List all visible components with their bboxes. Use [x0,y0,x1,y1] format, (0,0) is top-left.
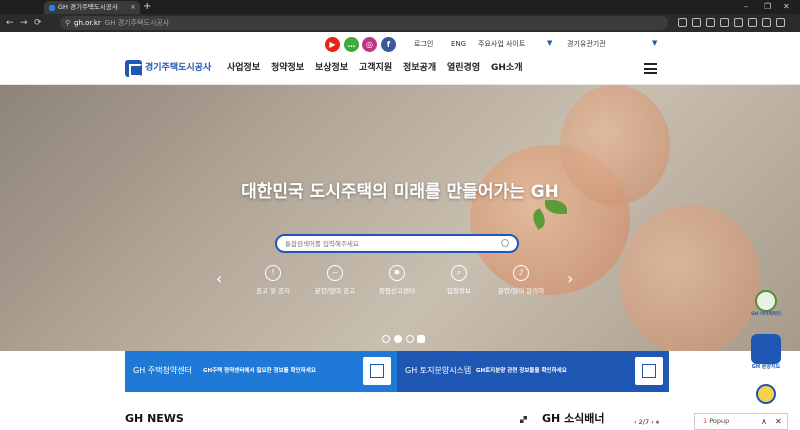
browser-toolbar: ← → ⟳ ⚲ gh.or.kr GH 경기주택도시공사 [0,14,800,32]
extension-icon[interactable] [706,18,715,27]
menu-hamburger-icon[interactable] [644,63,657,74]
window-close-button[interactable]: ✕ [783,0,790,14]
tab-close-icon[interactable]: × [130,1,136,14]
house-icon [363,357,391,385]
site-favicon-icon [49,5,55,11]
quick-link-label: 입찰정보 [447,287,471,295]
youtube-icon[interactable]: ▶ [325,37,340,52]
profile-icon[interactable] [762,18,771,27]
reload-button[interactable]: ⟳ [34,14,42,32]
bell-icon: ♪ [513,265,529,281]
carousel-dot[interactable] [406,335,414,343]
english-link[interactable]: ENG [451,38,466,50]
magnifier-icon: ⌕ [451,265,467,281]
quick-link-sale-rent[interactable]: ~ 분양/임대 공고 [305,265,365,296]
chevron-down-icon[interactable]: ▼ [652,39,657,47]
gnb-about[interactable]: GH소개 [491,61,522,75]
bookmark-star-icon[interactable] [692,18,701,27]
site-page: ▶ … ◎ f 로그인 ENG 주요사업 사이트 ▼ 경기유관기관 ▼ 경기주택… [0,32,800,430]
banner-desc: GH주택 청약센터에서 필요한 정보를 확인하세요 [203,368,316,374]
url-page-title: GH 경기주택도시공사 [104,19,170,27]
land-search-icon [635,357,663,385]
gnb-business[interactable]: 사업정보 [227,61,260,75]
banner-title: GH 토지분양시스템 [405,366,472,375]
chart-icon: ~ [327,265,343,281]
quick-link-alarm[interactable]: ♪ 분양/임대 알리미 [491,265,551,296]
gnb-open-management[interactable]: 열린경영 [447,61,480,75]
map-house-icon [751,334,781,364]
quick-link-label: 분양/임대 알리미 [497,287,545,295]
quick-link-label: 공고 및 공지 [255,287,291,295]
carousel-dot[interactable] [382,335,390,343]
gh-logo-icon[interactable] [125,60,142,77]
grid-view-icon[interactable] [520,416,527,423]
quick-link-bid[interactable]: ⌕ 입찰정보 [429,265,489,296]
gnb-customer[interactable]: 고객지원 [359,61,392,75]
chevron-down-icon[interactable]: ▼ [547,39,552,47]
browser-tab[interactable]: GH 경기주택도시공사 × [44,1,140,14]
integrated-search[interactable] [275,234,519,253]
translate-icon[interactable] [678,18,687,27]
alert-icon: ! [265,265,281,281]
floating-chatbot-button[interactable] [750,384,782,404]
search-icon[interactable] [501,239,509,247]
screenshot-icon[interactable] [748,18,757,27]
download-icon[interactable] [720,18,729,27]
window-minimize-button[interactable]: – [744,0,748,14]
hero-next-arrow[interactable]: › [567,271,573,287]
news-section-title: GH NEWS [125,412,184,425]
back-button[interactable]: ← [6,14,14,32]
popup-close-icon[interactable]: ✕ [775,414,782,429]
site-info-icon[interactable]: ⚲ [65,16,70,30]
hero-hands-image [620,205,760,351]
floating-label: GH 아이캐릭터 [751,312,781,317]
floating-character-button[interactable]: GH 아이캐릭터 [750,290,782,318]
popup-expand-icon[interactable]: ∧ [761,414,767,429]
banner-desc: GH토지분양 관련 정보들을 확인하세요 [476,368,567,374]
gnb-disclosure[interactable]: 정보공개 [403,61,436,75]
banner-housing-subscription[interactable]: GH 주택청약센터 GH주택 청약센터에서 필요한 정보를 확인하세요 [125,351,397,392]
character-icon [755,290,777,312]
chatbot-icon [756,384,776,404]
site-logo[interactable]: 경기주택도시공사 [145,62,211,75]
major-sites-select[interactable]: 주요사업 사이트 [478,38,525,50]
banner-pager[interactable]: ‹ 2/7 › ⏸ [634,418,659,427]
browser-menu-icon[interactable] [776,18,785,27]
gnb-subscription[interactable]: 청약정보 [271,61,304,75]
facebook-icon[interactable]: f [381,37,396,52]
siren-icon: ✹ [389,265,405,281]
quick-link-notice[interactable]: ! 공고 및 공지 [243,265,303,296]
forward-button[interactable]: → [20,14,28,32]
hero-prev-arrow[interactable]: ‹ [216,271,222,287]
banner-title: GH 주택청약센터 [133,366,192,375]
window-restore-button[interactable]: ❐ [764,0,771,14]
tab-title: GH 경기주택도시공사 [58,3,118,11]
instagram-icon[interactable]: ◎ [362,37,377,52]
carousel-pause-icon[interactable] [417,335,425,343]
login-link[interactable]: 로그인 [414,38,433,50]
cast-icon[interactable] [734,18,743,27]
related-orgs-select[interactable]: 경기유관기관 [567,38,606,50]
hero-title: 대한민국 도시주택의 미래를 만들어가는 GH [241,182,559,202]
search-input[interactable] [285,238,495,250]
banner-section-title: GH 소식배너 [542,412,605,425]
gnb-compensation[interactable]: 보상정보 [315,61,348,75]
browser-tab-strip: GH 경기주택도시공사 × + – ❐ ✕ [0,0,800,14]
quick-link-label: 청렴신고센터 [379,287,415,295]
popup-label: Popup [709,417,730,425]
carousel-dot-active[interactable] [394,335,402,343]
quick-link-integrity[interactable]: ✹ 청렴신고센터 [367,265,427,296]
floating-label: GH 분양지도 [751,364,781,370]
new-tab-button[interactable]: + [143,0,151,14]
hero-section: 대한민국 도시주택의 미래를 만들어가는 GH ‹ › ! 공고 및 공지 ~ … [0,85,800,351]
quick-link-label: 분양/임대 공고 [314,287,356,295]
kakao-channel-icon[interactable]: … [344,37,359,52]
popup-count: 1 [703,417,708,425]
popup-tray[interactable]: 1 Popup ∧ ✕ [694,413,788,430]
floating-sale-map-button[interactable]: GH 분양지도 [750,334,782,370]
url-domain: gh.or.kr [74,19,101,27]
banner-land-sale[interactable]: GH 토지분양시스템 GH토지분양 관련 정보들을 확인하세요 [397,351,669,392]
address-bar[interactable]: ⚲ gh.or.kr GH 경기주택도시공사 [60,16,668,30]
